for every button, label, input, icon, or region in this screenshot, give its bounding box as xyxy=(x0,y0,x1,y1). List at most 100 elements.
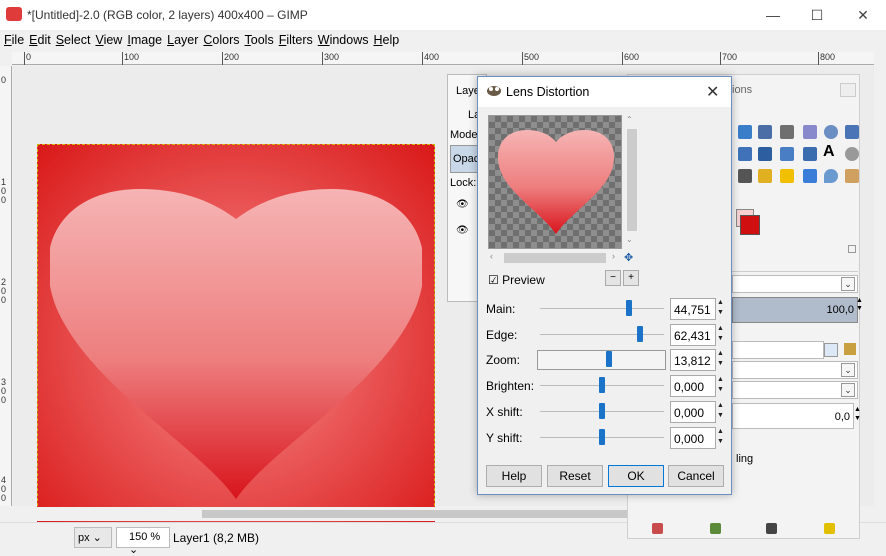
dock-dropdown-3[interactable] xyxy=(732,381,858,399)
reset-preset-icon[interactable] xyxy=(824,523,835,534)
bucket-tool-icon[interactable] xyxy=(758,125,772,139)
mode-dropdown[interactable] xyxy=(732,275,858,293)
flip-tool-icon[interactable] xyxy=(738,147,752,161)
vertical-scrollbar[interactable] xyxy=(874,66,886,521)
link-icon[interactable] xyxy=(824,343,838,357)
lock-label: Lock: xyxy=(450,177,477,189)
zoom-slider-handle[interactable] xyxy=(606,351,613,367)
pencil-tool-icon[interactable] xyxy=(803,125,817,139)
chevron-down-icon[interactable]: ⌄ xyxy=(841,277,855,291)
zoom-in-icon[interactable]: + xyxy=(623,270,639,286)
heal-tool-icon[interactable] xyxy=(845,147,859,161)
close-window-button[interactable]: ✕ xyxy=(852,5,874,25)
color-picker-icon[interactable] xyxy=(738,169,752,183)
dock-menu-button[interactable] xyxy=(840,83,856,97)
opacity-spin[interactable]: ▲ ▼ xyxy=(856,297,863,313)
slider-track[interactable] xyxy=(537,350,666,370)
main-spin[interactable]: ▲ ▼ xyxy=(716,298,725,320)
chevron-down-icon[interactable]: ⌄ xyxy=(841,383,855,397)
ruler-tick: 500 xyxy=(522,52,539,65)
x-shift-value-field[interactable]: 0,000 xyxy=(670,401,716,423)
dock-text-field[interactable] xyxy=(732,341,824,359)
dialog-close-button[interactable]: ✕ xyxy=(706,82,719,102)
smudge-tool-icon[interactable] xyxy=(803,169,817,183)
help-button[interactable]: Help xyxy=(486,465,542,487)
x-shift-spin[interactable]: ▲ ▼ xyxy=(716,401,725,423)
menu-edit[interactable]: Edit xyxy=(29,31,56,51)
y-shift-slider-handle[interactable] xyxy=(599,429,605,445)
ruler-tick: 0 xyxy=(24,52,31,65)
dock-config-button[interactable] xyxy=(848,245,856,253)
main-slider-handle[interactable] xyxy=(626,300,633,316)
zoom-spin[interactable]: ▲ ▼ xyxy=(716,349,725,371)
zoom-out-icon[interactable]: − xyxy=(605,270,621,286)
menu-image[interactable]: Image xyxy=(127,31,167,51)
menu-layer[interactable]: Layer xyxy=(167,31,203,51)
paths-tool-icon[interactable] xyxy=(758,169,772,183)
image-canvas[interactable] xyxy=(37,144,435,541)
zoom-field[interactable]: 150 % ⌄ xyxy=(116,527,170,556)
zoom-value-field[interactable]: 13,812 xyxy=(670,349,716,371)
dock-spin[interactable]: ▲ ▼ xyxy=(854,405,861,423)
scale-tool-icon[interactable] xyxy=(738,125,752,139)
menu-help[interactable]: Help xyxy=(373,31,404,51)
ruler-tick: 300 xyxy=(322,52,339,65)
reset-button[interactable]: Reset xyxy=(547,465,603,487)
y-shift-spin[interactable]: ▲ ▼ xyxy=(716,427,725,449)
edge-value-field[interactable]: 62,431 xyxy=(670,324,716,346)
dodge-tool-icon[interactable] xyxy=(845,169,859,183)
y-shift-label: Y shift: xyxy=(486,431,523,445)
preview-area[interactable] xyxy=(488,115,622,249)
brighten-slider-handle[interactable] xyxy=(599,377,605,393)
x-shift-slider-handle[interactable] xyxy=(599,403,605,419)
clone-tool-icon[interactable] xyxy=(845,125,859,139)
chevron-down-icon[interactable]: ⌄ xyxy=(841,363,855,377)
menu-select[interactable]: Select xyxy=(56,31,96,51)
eye-icon[interactable]: 👁 xyxy=(456,225,469,236)
preview-horizontal-scrollbar[interactable]: ‹ › xyxy=(488,251,622,265)
cage-tool-icon[interactable] xyxy=(780,147,794,161)
blur-tool-icon[interactable] xyxy=(824,169,838,183)
foreground-color-swatch[interactable] xyxy=(740,215,760,235)
save-preset-icon[interactable] xyxy=(652,523,663,534)
restore-preset-icon[interactable] xyxy=(710,523,721,534)
menu-tools[interactable]: Tools xyxy=(245,31,279,51)
dock-tab-label[interactable]: ions xyxy=(732,84,752,96)
scrollbar-thumb[interactable] xyxy=(202,510,642,518)
menu-colors[interactable]: Colors xyxy=(203,31,244,51)
text-tool-icon[interactable]: A xyxy=(823,143,835,161)
maximize-button[interactable]: ☐ xyxy=(806,5,828,25)
slider-track[interactable] xyxy=(540,308,664,309)
zoom-tool-icon[interactable] xyxy=(824,125,838,139)
dock-dropdown-2[interactable] xyxy=(732,361,858,379)
cancel-button[interactable]: Cancel xyxy=(668,465,724,487)
preview-vertical-scrollbar[interactable]: ⌃ ⌄ xyxy=(625,115,639,249)
edge-slider-handle[interactable] xyxy=(637,326,644,342)
delete-preset-icon[interactable] xyxy=(766,523,777,534)
warp-tool-icon[interactable] xyxy=(758,147,772,161)
opacity-slider[interactable]: 100,0 xyxy=(732,297,858,323)
window-title: *[Untitled]-2.0 (RGB color, 2 layers) 40… xyxy=(27,8,308,22)
navigate-icon[interactable]: ✥ xyxy=(624,251,633,264)
edge-spin[interactable]: ▲ ▼ xyxy=(716,324,725,346)
menu-view[interactable]: View xyxy=(95,31,127,51)
menu-windows[interactable]: Windows xyxy=(318,31,374,51)
unit-select[interactable]: px ⌄ xyxy=(74,527,112,548)
edit-icon[interactable] xyxy=(844,343,856,355)
dock-value-field[interactable]: 0,0 xyxy=(732,403,854,429)
brighten-value-field[interactable]: 0,000 xyxy=(670,375,716,397)
slider-track[interactable] xyxy=(540,334,664,335)
heart-shape xyxy=(50,189,422,499)
menu-filters[interactable]: Filters xyxy=(279,31,318,51)
preview-checkbox[interactable]: ☑ Preview xyxy=(488,273,545,287)
menu-file[interactable]: File xyxy=(4,31,29,51)
brush-tool-icon[interactable] xyxy=(780,125,794,139)
minimize-button[interactable]: — xyxy=(762,5,784,25)
eye-icon[interactable]: 👁 xyxy=(456,199,469,210)
ok-button[interactable]: OK xyxy=(608,465,664,487)
brighten-spin[interactable]: ▲ ▼ xyxy=(716,375,725,397)
align-tool-icon[interactable] xyxy=(780,169,794,183)
y-shift-value-field[interactable]: 0,000 xyxy=(670,427,716,449)
transform-tool-icon[interactable] xyxy=(803,147,817,161)
main-value-field[interactable]: 44,751 xyxy=(670,298,716,320)
